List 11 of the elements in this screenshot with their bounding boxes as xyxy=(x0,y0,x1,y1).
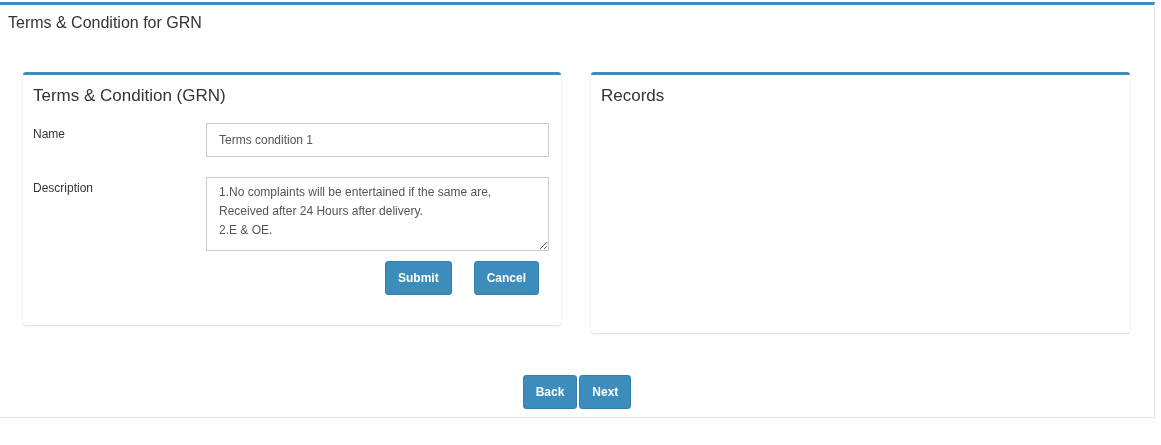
back-button[interactable]: Back xyxy=(522,375,578,409)
submit-button[interactable]: Submit xyxy=(384,261,452,295)
field-label: Name xyxy=(33,126,66,143)
card-title: Terms & Condition (GRN) xyxy=(32,85,227,107)
cancel-button[interactable]: Cancel xyxy=(473,261,539,295)
name-field[interactable]: Terms condition 1 xyxy=(206,123,549,157)
next-button[interactable]: Next xyxy=(579,375,632,409)
page-title: Terms & Condition for GRN xyxy=(7,13,203,33)
card-title: Records xyxy=(600,85,666,107)
description-field[interactable]: 1.No complaints will be entertained if the same are, Received after 24 Hours after delivery. 2.E & OE. xyxy=(206,177,549,251)
field-label: Description xyxy=(33,180,95,197)
